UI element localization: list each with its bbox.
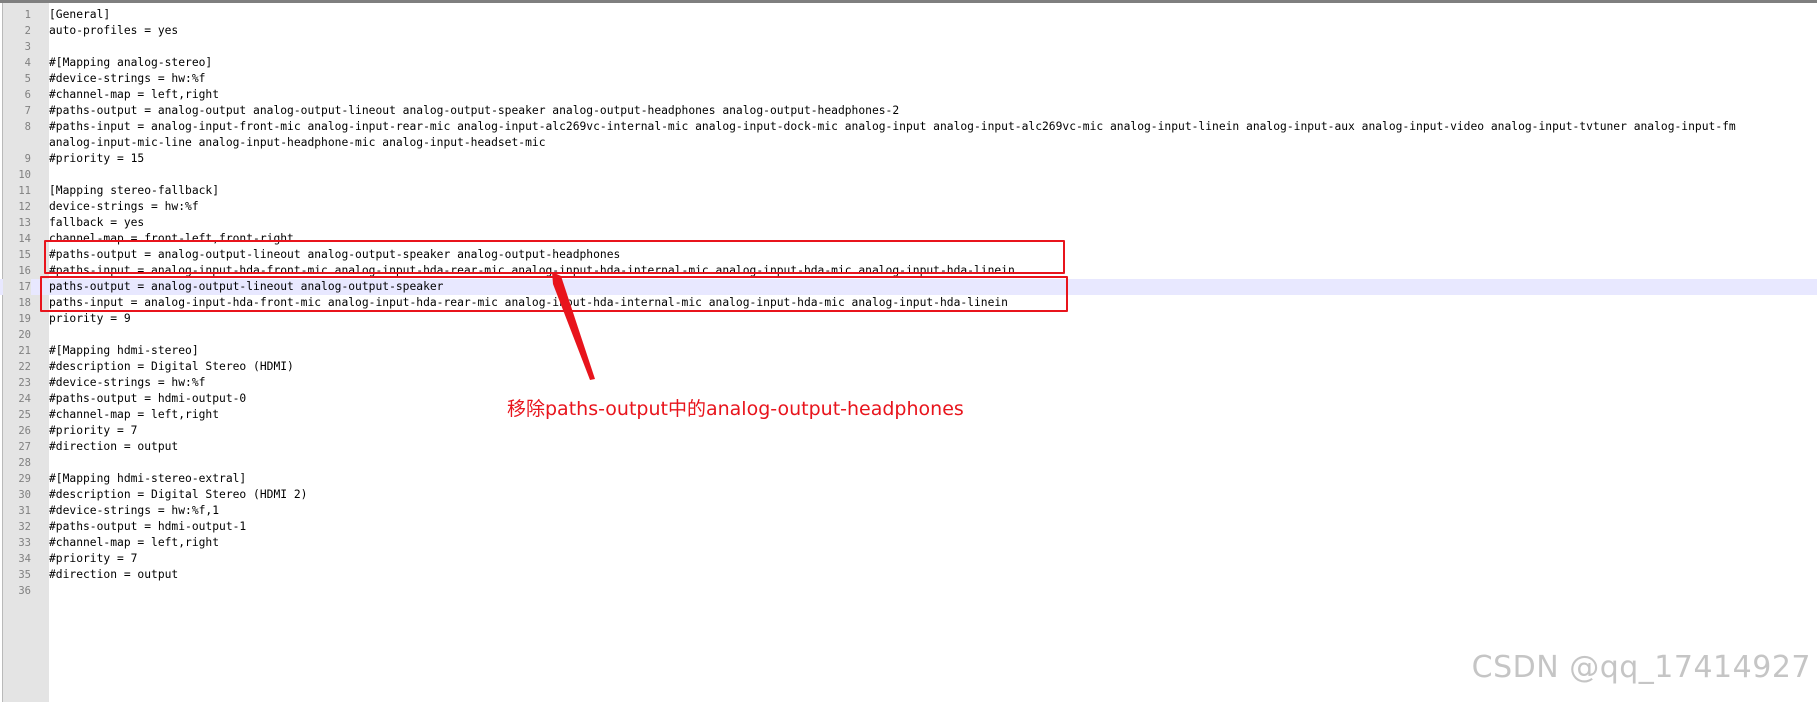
- code-line[interactable]: 36: [0, 583, 1817, 599]
- line-number: 31: [18, 505, 31, 517]
- code-line[interactable]: 10: [0, 167, 1817, 183]
- code-line[interactable]: 22 #description = Digital Stereo (HDMI): [0, 359, 1817, 375]
- code-line[interactable]: 23 #device-strings = hw:%f: [0, 375, 1817, 391]
- line-number: 19: [18, 313, 31, 325]
- code-line[interactable]: 5 #device-strings = hw:%f: [0, 71, 1817, 87]
- line-number: 16: [18, 265, 31, 277]
- code-line[interactable]: 28: [0, 455, 1817, 471]
- code-line[interactable]: 19 priority = 9: [0, 311, 1817, 327]
- line-text[interactable]: #device-strings = hw:%f: [49, 375, 205, 391]
- line-text[interactable]: priority = 9: [49, 311, 131, 327]
- code-line[interactable]: 13 fallback = yes: [0, 215, 1817, 231]
- csdn-watermark: CSDN @qq_17414927: [1471, 650, 1811, 685]
- code-line[interactable]: 7 #paths-output = analog-output analog-ou…: [0, 103, 1817, 119]
- line-text[interactable]: #direction = output: [49, 439, 178, 455]
- line-text[interactable]: #paths-output = analog-output analog-out…: [49, 103, 899, 119]
- line-number: 29: [18, 473, 31, 485]
- line-text[interactable]: [General]: [49, 7, 110, 23]
- line-text-wrapped[interactable]: analog-input-mic-line analog-input-headp…: [49, 135, 546, 151]
- code-line[interactable]: 20: [0, 327, 1817, 343]
- line-text[interactable]: #[Mapping hdmi-stereo-extral]: [49, 471, 246, 487]
- code-line[interactable]: 9 #priority = 15: [0, 151, 1817, 167]
- line-number: 1: [24, 9, 31, 21]
- line-text[interactable]: #priority = 15: [49, 151, 144, 167]
- highlight-box-modified-lines: [40, 276, 1068, 312]
- line-text[interactable]: #channel-map = left,right: [49, 535, 219, 551]
- line-number: 35: [18, 569, 31, 581]
- line-number: 3: [24, 41, 31, 53]
- line-text[interactable]: #direction = output: [49, 567, 178, 583]
- line-text[interactable]: #[Mapping hdmi-stereo]: [49, 343, 199, 359]
- line-text[interactable]: #channel-map = left,right: [49, 87, 219, 103]
- line-number: 25: [18, 409, 31, 421]
- code-line[interactable]: 21 #[Mapping hdmi-stereo]: [0, 343, 1817, 359]
- line-text[interactable]: #device-strings = hw:%f,1: [49, 503, 219, 519]
- line-number: 32: [18, 521, 31, 533]
- line-text[interactable]: #paths-output = hdmi-output-1: [49, 519, 246, 535]
- line-number: 24: [18, 393, 31, 405]
- line-number: 28: [18, 457, 31, 469]
- highlight-box-commented-lines: [44, 240, 1065, 274]
- line-number: 21: [18, 345, 31, 357]
- line-number: 6: [24, 89, 31, 101]
- code-line[interactable]: 8 #paths-input = analog-input-front-mic a…: [0, 119, 1817, 151]
- code-line[interactable]: 35 #direction = output: [0, 567, 1817, 583]
- code-line[interactable]: 26 #priority = 7: [0, 423, 1817, 439]
- line-number: 18: [18, 297, 31, 309]
- line-number: 20: [18, 329, 31, 341]
- line-number: 14: [18, 233, 31, 245]
- line-text[interactable]: #priority = 7: [49, 423, 137, 439]
- line-number: 5: [24, 73, 31, 85]
- line-text[interactable]: [Mapping stereo-fallback]: [49, 183, 219, 199]
- line-number: 9: [24, 153, 31, 165]
- code-line[interactable]: 27 #direction = output: [0, 439, 1817, 455]
- code-line[interactable]: 11 [Mapping stereo-fallback]: [0, 183, 1817, 199]
- annotation-note: 移除paths-output中的analog-output-headphones: [507, 398, 964, 420]
- code-line[interactable]: 32 #paths-output = hdmi-output-1: [0, 519, 1817, 535]
- line-text[interactable]: fallback = yes: [49, 215, 144, 231]
- code-line[interactable]: 31 #device-strings = hw:%f,1: [0, 503, 1817, 519]
- line-number: 8: [24, 121, 31, 133]
- line-text[interactable]: #priority = 7: [49, 551, 137, 567]
- line-number: 23: [18, 377, 31, 389]
- code-line[interactable]: 33 #channel-map = left,right: [0, 535, 1817, 551]
- code-line[interactable]: 3: [0, 39, 1817, 55]
- line-number: 10: [18, 169, 31, 181]
- line-number: 4: [24, 57, 31, 69]
- code-line[interactable]: 12 device-strings = hw:%f: [0, 199, 1817, 215]
- line-text[interactable]: #paths-output = hdmi-output-0: [49, 391, 246, 407]
- line-text[interactable]: device-strings = hw:%f: [49, 199, 199, 215]
- line-number: 34: [18, 553, 31, 565]
- line-number: 15: [18, 249, 31, 261]
- line-number: 17: [3, 279, 31, 295]
- line-number: 2: [24, 25, 31, 37]
- line-text[interactable]: #device-strings = hw:%f: [49, 71, 205, 87]
- line-number: 27: [18, 441, 31, 453]
- line-text[interactable]: #channel-map = left,right: [49, 407, 219, 423]
- line-text[interactable]: #description = Digital Stereo (HDMI): [49, 359, 294, 375]
- code-line[interactable]: 6 #channel-map = left,right: [0, 87, 1817, 103]
- text-editor[interactable]: 1 [General] 2 auto-profiles = yes 3 4 #[Mappin…: [0, 0, 1817, 702]
- line-number: 36: [18, 585, 31, 597]
- line-number: 33: [18, 537, 31, 549]
- line-text[interactable]: #paths-input = analog-input-front-mic an…: [49, 119, 1736, 135]
- line-number: 13: [18, 217, 31, 229]
- line-number: 7: [24, 105, 31, 117]
- line-number: 12: [18, 201, 31, 213]
- line-text[interactable]: auto-profiles = yes: [49, 23, 178, 39]
- line-number: 11: [18, 185, 31, 197]
- line-number: 30: [18, 489, 31, 501]
- line-number: 22: [18, 361, 31, 373]
- code-line[interactable]: 34 #priority = 7: [0, 551, 1817, 567]
- code-line[interactable]: 4 #[Mapping analog-stereo]: [0, 55, 1817, 71]
- code-line[interactable]: 1 [General]: [0, 7, 1817, 23]
- code-line[interactable]: 2 auto-profiles = yes: [0, 23, 1817, 39]
- line-number: 26: [18, 425, 31, 437]
- code-line[interactable]: 30 #description = Digital Stereo (HDMI 2): [0, 487, 1817, 503]
- line-text[interactable]: #[Mapping analog-stereo]: [49, 55, 212, 71]
- line-text[interactable]: #description = Digital Stereo (HDMI 2): [49, 487, 307, 503]
- code-line[interactable]: 29 #[Mapping hdmi-stereo-extral]: [0, 471, 1817, 487]
